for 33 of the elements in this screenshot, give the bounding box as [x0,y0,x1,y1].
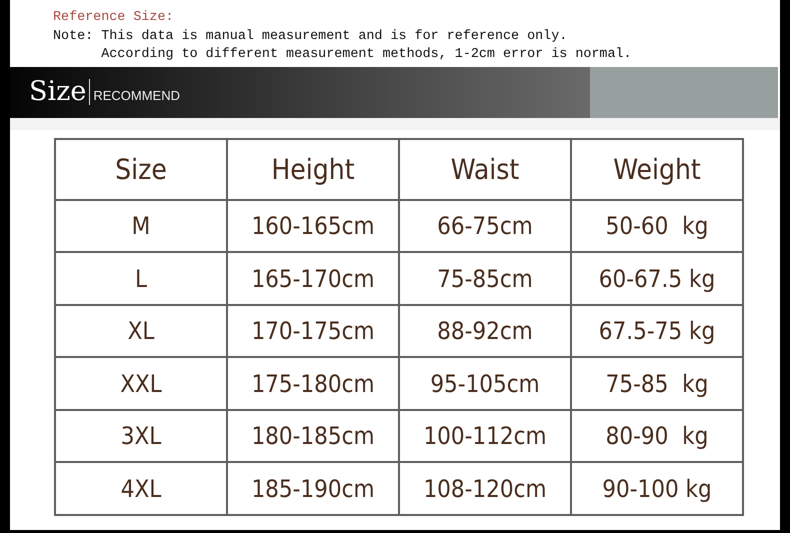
table-cell: 75-85 kg [571,357,743,410]
note-text: Note: This data is manual measurement and is for reference only. [53,28,568,46]
column-header: Size [55,138,227,200]
table-cell: 60-67.5 kg [571,252,743,305]
table-cell: 4XL [55,462,227,515]
table-cell: 75-85cm [399,252,571,305]
table-cell: L [55,252,227,305]
table-cell: 175-180cm [227,357,399,410]
table-cell: 160-165cm [227,200,399,252]
table-cell: 108-120cm [399,462,571,515]
table-cell: 67.5-75 kg [571,304,743,358]
table-cell: 95-105cm [399,357,571,410]
table-cell: 50-60 kg [571,200,743,252]
table-cell: 3XL [55,410,227,462]
table-cell: XXL [55,357,227,410]
table-cell: 88-92cm [399,304,571,358]
table-cell: 80-90 kg [571,410,743,462]
table-cell: 90-100 kg [571,462,743,515]
note-text: According to different measurement methods, 1-2cm error is normal. [100,46,633,64]
table-cell: 100-112cm [399,410,571,462]
table-cell: 170-175cm [227,304,399,358]
table-cell: XL [55,304,227,358]
table-cell: M [55,200,227,252]
banner-subtitle: RECOMMEND [92,88,180,103]
table-cell: 165-170cm [227,252,399,305]
table-cell: 180-185cm [227,410,399,462]
column-header: Waist [399,138,571,200]
table-cell: 66-75cm [399,200,571,252]
column-header: Weight [571,138,743,200]
table-cell: 185-190cm [227,462,399,515]
column-header: Height [227,138,399,200]
reference-title: Reference Size: [53,9,175,27]
banner-title: Size [29,79,90,105]
